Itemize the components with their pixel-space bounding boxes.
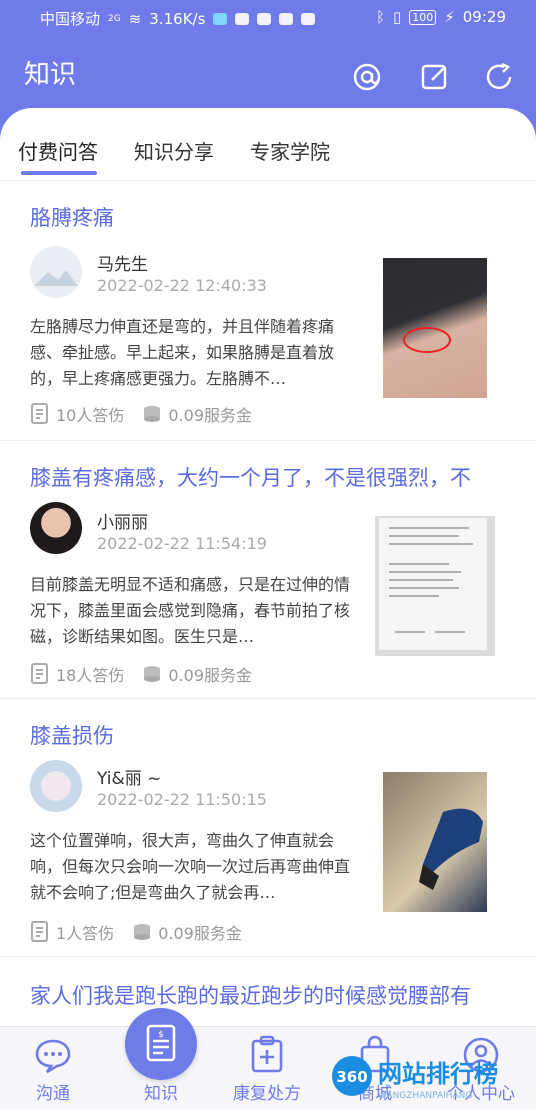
upload-icon xyxy=(301,12,316,25)
chat-bubble-icon xyxy=(35,1039,71,1074)
question-excerpt: 左胳膊尽力伸直还是弯的，并且伴随着疼痛感、牵扯感。早上起来，如果胳膊是直着放的，… xyxy=(30,317,335,388)
question-title[interactable]: 膝盖损伤 xyxy=(30,720,510,750)
tab-expert-academy[interactable]: 专家学院 xyxy=(250,136,330,165)
avatar xyxy=(30,502,82,554)
bluetooth-icon: ᛒ xyxy=(375,8,385,26)
carrier-label: 中国移动 xyxy=(40,10,101,28)
edit-icon[interactable] xyxy=(420,62,450,92)
svg-text:WANGZHANPAIHANG: WANGZHANPAIHANG xyxy=(378,1091,472,1101)
svg-text:360: 360 xyxy=(336,1068,367,1086)
svg-text:网站排行榜: 网站排行榜 xyxy=(378,1060,498,1088)
answer-count: 18人答伤 xyxy=(56,666,125,685)
answers-icon xyxy=(31,403,48,424)
clock: 09:29 xyxy=(462,8,506,26)
wifi-icon: ≋ xyxy=(128,9,142,28)
service-fee: 0.09服务金 xyxy=(168,406,253,425)
question-image[interactable] xyxy=(383,258,487,398)
vibrate-icon: ▯ xyxy=(392,8,402,26)
user-name: 小丽丽 xyxy=(97,513,148,533)
status-bar: 中国移动 2G ≋ 3.16K/s ᛒ ▯ 100 ⚡ 09:29 xyxy=(0,0,536,34)
coin-stack-icon xyxy=(144,666,161,682)
question-meta: 10人答伤 0.09服务金 xyxy=(30,402,252,426)
post-time: 2022-02-22 12:40:33 xyxy=(97,276,267,295)
knowledge-center-button[interactable]: $ xyxy=(125,1008,197,1080)
question-card[interactable]: 膝盖损伤 Yi&丽 ~ 2022-02-22 11:50:15 这个位置弹响，很… xyxy=(0,698,536,957)
app-header: 知识 xyxy=(0,34,536,114)
cloud-icon xyxy=(257,12,272,25)
answers-icon xyxy=(31,921,48,942)
question-card[interactable]: 胳膊疼痛 马先生 2022-02-22 12:40:33 左胳膊尽力伸直还是弯的… xyxy=(0,180,536,441)
battery-indicator: 100 xyxy=(409,9,437,25)
nav-chat[interactable]: 沟通 xyxy=(8,1027,98,1109)
question-image[interactable] xyxy=(383,772,487,912)
page-title: 知识 xyxy=(24,60,77,90)
question-excerpt: 这个位置弹响，很大声，弯曲久了伸直就会响，但每次只会响一次响一次过后再弯曲伸直就… xyxy=(30,831,351,902)
post-time: 2022-02-22 11:54:19 xyxy=(97,534,267,553)
tab-knowledge-share[interactable]: 知识分享 xyxy=(134,136,214,165)
question-title[interactable]: 胳膊疼痛 xyxy=(30,202,510,232)
cloud-icon xyxy=(235,12,250,25)
question-meta: 1人答伤 0.09服务金 xyxy=(30,920,242,944)
charging-icon: ⚡ xyxy=(444,8,455,26)
answers-icon xyxy=(31,663,48,684)
document-dollar-icon: $ xyxy=(146,1024,176,1062)
answer-count: 10人答伤 xyxy=(56,406,125,425)
avatar xyxy=(30,246,82,298)
tab-bar: 付费问答 知识分享 专家学院 xyxy=(0,108,536,181)
clipboard-plus-icon xyxy=(251,1035,283,1073)
nav-label: 康复处方 xyxy=(233,1084,301,1104)
question-meta: 18人答伤 0.09服务金 xyxy=(30,662,252,686)
active-tab-indicator xyxy=(21,171,97,175)
question-image[interactable] xyxy=(375,516,495,656)
question-title[interactable]: 膝盖有疼痛感，大约一个月了，不是很强烈，不 xyxy=(30,462,510,492)
network-speed: 3.16K/s xyxy=(149,9,206,28)
svg-text:$: $ xyxy=(158,1030,164,1040)
notification-icon xyxy=(213,12,228,25)
nav-rehab[interactable]: 康复处方 xyxy=(222,1027,312,1109)
at-icon[interactable] xyxy=(352,62,382,92)
cloud-icon xyxy=(279,12,294,25)
coin-stack-icon xyxy=(134,924,151,940)
service-fee: 0.09服务金 xyxy=(168,666,253,685)
nav-label: 知识 xyxy=(144,1084,178,1104)
content-card: 付费问答 知识分享 专家学院 胳膊疼痛 马先生 2022-02-22 12:40… xyxy=(0,108,536,1028)
network-type: 2G xyxy=(108,13,121,24)
tab-paid-qa[interactable]: 付费问答 xyxy=(18,136,98,165)
user-name: 马先生 xyxy=(97,255,148,275)
question-title[interactable]: 家人们我是跑长跑的最近跑步的时候感觉腰部有 xyxy=(30,980,510,1010)
coin-stack-icon xyxy=(144,406,161,422)
nav-label: 沟通 xyxy=(36,1084,70,1104)
user-name: Yi&丽 ~ xyxy=(97,769,162,789)
watermark-logo: 360 网站排行榜 WANGZHANPAIHANG xyxy=(332,1056,498,1101)
question-card[interactable]: 家人们我是跑长跑的最近跑步的时候感觉腰部有 xyxy=(0,956,536,1028)
refresh-icon[interactable] xyxy=(484,62,514,92)
service-fee: 0.09服务金 xyxy=(158,924,242,943)
post-time: 2022-02-22 11:50:15 xyxy=(97,790,267,809)
answer-count: 1人答伤 xyxy=(56,924,115,943)
question-card[interactable]: 膝盖有疼痛感，大约一个月了，不是很强烈，不 小丽丽 2022-02-22 11:… xyxy=(0,440,536,699)
question-excerpt: 目前膝盖无明显不适和痛感，只是在过伸的情况下，膝盖里面会感觉到隐痛，春节前拍了核… xyxy=(30,575,351,646)
avatar xyxy=(30,760,82,812)
